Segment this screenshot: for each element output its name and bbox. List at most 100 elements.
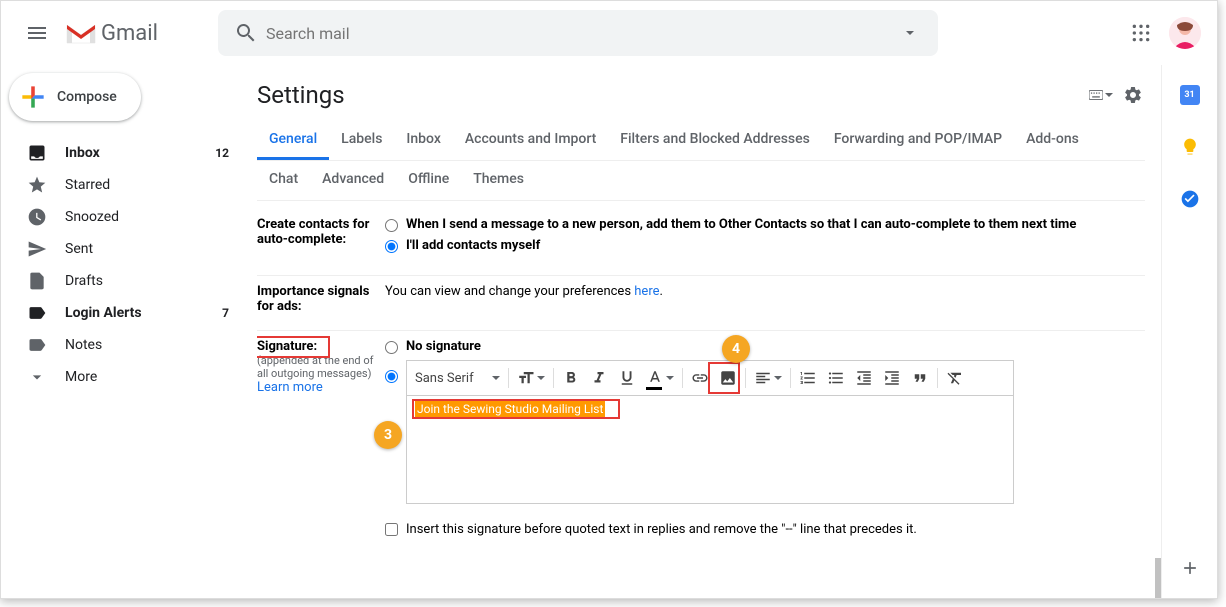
sidebar-label: Notes xyxy=(65,337,102,353)
compose-plus-icon xyxy=(9,73,57,121)
hamburger-menu-button[interactable] xyxy=(13,9,61,57)
search-button[interactable] xyxy=(226,13,266,53)
settings-gear-button[interactable] xyxy=(1121,83,1145,107)
sidebar-label: Login Alerts xyxy=(65,305,142,321)
tab-accounts[interactable]: Accounts and Import xyxy=(453,121,608,160)
align-button[interactable] xyxy=(750,364,786,392)
importance-label: Importance signals for ads: xyxy=(257,284,385,314)
caret-down-icon xyxy=(774,376,782,380)
hamburger-icon xyxy=(25,21,49,45)
search-input[interactable] xyxy=(266,24,890,43)
signature-toolbar: Sans Serif xyxy=(406,360,1014,396)
settings-title: Settings xyxy=(257,81,345,109)
sidebar-label: Snoozed xyxy=(65,209,119,225)
link-button[interactable] xyxy=(687,364,713,392)
sidebar-item-snoozed[interactable]: Snoozed xyxy=(1,201,257,233)
tab-advanced[interactable]: Advanced xyxy=(310,161,396,200)
account-avatar[interactable] xyxy=(1169,17,1201,49)
contacts-radio-auto[interactable] xyxy=(385,219,398,232)
tab-inbox[interactable]: Inbox xyxy=(394,121,452,160)
tab-themes[interactable]: Themes xyxy=(461,161,536,200)
signature-radio-none[interactable] xyxy=(385,341,398,354)
signature-learn-more-link[interactable]: Learn more xyxy=(257,380,385,395)
signature-label: Signature: xyxy=(257,339,317,354)
signature-text: Join the Sewing Studio Mailing List xyxy=(415,401,605,417)
image-button[interactable] xyxy=(715,364,741,392)
chevron-down-icon xyxy=(27,367,47,387)
underline-icon xyxy=(618,369,636,387)
scrollbar-thumb[interactable] xyxy=(1155,558,1161,598)
sidebar-label: More xyxy=(65,369,97,385)
avatar-icon xyxy=(1169,17,1201,49)
signature-radio-custom[interactable] xyxy=(385,370,398,383)
caret-down-icon xyxy=(906,31,914,35)
indent-less-icon xyxy=(855,369,873,387)
sidebar-item-drafts[interactable]: Drafts xyxy=(1,265,257,297)
setting-create-contacts: Create contacts for auto-complete: When … xyxy=(257,209,1145,276)
tab-addons[interactable]: Add-ons xyxy=(1014,121,1091,160)
sidebar-label: Starred xyxy=(65,177,110,193)
tab-offline[interactable]: Offline xyxy=(396,161,461,200)
settings-content: Settings General Labels Inbox Accounts a… xyxy=(257,65,1161,598)
caret-down-icon xyxy=(666,376,674,380)
sidebar-item-inbox[interactable]: Inbox 12 xyxy=(1,137,257,169)
no-signature-label: No signature xyxy=(406,339,481,354)
keep-icon xyxy=(1180,137,1200,157)
keep-addon[interactable] xyxy=(1180,137,1200,157)
text-color-button[interactable] xyxy=(642,364,678,392)
caret-down-icon xyxy=(492,376,500,380)
indent-less-button[interactable] xyxy=(851,364,877,392)
font-family-select[interactable]: Sans Serif xyxy=(411,364,504,392)
search-options-button[interactable] xyxy=(890,13,930,53)
tasks-addon[interactable] xyxy=(1180,189,1200,209)
signature-before-quoted-checkbox[interactable] xyxy=(385,523,398,536)
underline-button[interactable] xyxy=(614,364,640,392)
bold-button[interactable] xyxy=(558,364,584,392)
get-addons[interactable] xyxy=(1180,558,1200,578)
bullet-list-button[interactable] xyxy=(823,364,849,392)
italic-icon xyxy=(590,369,608,387)
clear-format-icon xyxy=(946,369,964,387)
search-bar xyxy=(218,10,938,56)
clock-icon xyxy=(27,207,47,227)
bold-icon xyxy=(562,369,580,387)
settings-tabs-row2: Chat Advanced Offline Themes xyxy=(257,161,1145,201)
create-contacts-label: Create contacts for auto-complete: xyxy=(257,217,385,247)
tab-chat[interactable]: Chat xyxy=(257,161,310,200)
signature-editor[interactable]: Join the Sewing Studio Mailing List xyxy=(406,396,1014,504)
drafts-icon xyxy=(27,271,47,291)
input-tools-button[interactable] xyxy=(1089,83,1113,107)
calendar-addon[interactable]: 31 xyxy=(1180,85,1200,105)
tab-forwarding[interactable]: Forwarding and POP/IMAP xyxy=(822,121,1014,160)
contacts-radio-manual[interactable] xyxy=(385,240,398,253)
sidebar-item-more[interactable]: More xyxy=(1,361,257,393)
quote-button[interactable] xyxy=(907,364,933,392)
gmail-logo[interactable]: Gmail xyxy=(65,21,158,46)
italic-button[interactable] xyxy=(586,364,612,392)
compose-button[interactable]: Compose xyxy=(9,73,141,121)
indent-more-button[interactable] xyxy=(879,364,905,392)
sidebar-item-starred[interactable]: Starred xyxy=(1,169,257,201)
tab-general[interactable]: General xyxy=(257,121,329,160)
align-left-icon xyxy=(754,369,772,387)
caret-down-icon xyxy=(537,376,545,380)
sidebar-item-login-alerts[interactable]: Login Alerts 7 xyxy=(1,297,257,329)
tab-labels[interactable]: Labels xyxy=(329,121,394,160)
importance-here-link[interactable]: here xyxy=(634,284,659,299)
header: Gmail xyxy=(1,1,1217,65)
logo-text: Gmail xyxy=(101,21,158,46)
font-size-button[interactable] xyxy=(513,364,549,392)
sidebar-item-notes[interactable]: Notes xyxy=(1,329,257,361)
sidebar-item-sent[interactable]: Sent xyxy=(1,233,257,265)
remove-format-button[interactable] xyxy=(942,364,968,392)
importance-text-post: . xyxy=(660,284,663,299)
sidebar: Compose Inbox 12 Starred Snoozed Sent xyxy=(1,65,257,598)
google-apps-button[interactable] xyxy=(1121,13,1161,53)
numbered-list-button[interactable] xyxy=(795,364,821,392)
setting-signature: Signature: (appended at the end of all o… xyxy=(257,331,1145,545)
sidebar-label: Sent xyxy=(65,241,93,257)
tab-filters[interactable]: Filters and Blocked Addresses xyxy=(608,121,822,160)
inbox-icon xyxy=(27,143,47,163)
settings-tabs-row1: General Labels Inbox Accounts and Import… xyxy=(257,121,1145,161)
text-color-icon xyxy=(646,369,664,387)
